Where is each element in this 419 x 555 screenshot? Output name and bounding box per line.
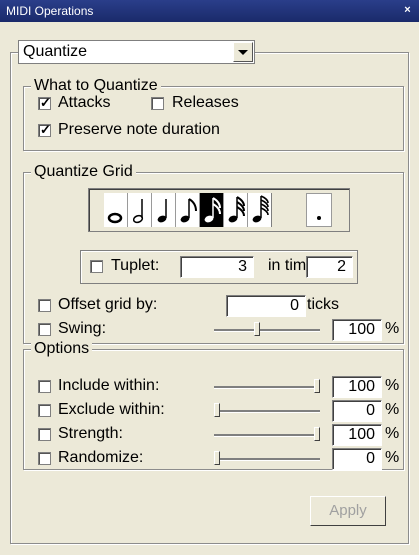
tuplet-checkbox[interactable]: [90, 260, 103, 273]
offset-ticks-field[interactable]: 0: [226, 295, 306, 317]
swing-value-field[interactable]: 100: [332, 319, 382, 341]
randomize-unit: %: [385, 449, 400, 466]
randomize-field[interactable]: 0: [332, 448, 382, 470]
offset-grid-checkbox[interactable]: [38, 299, 51, 312]
note-eighth-button[interactable]: [176, 193, 200, 227]
swing-slider-thumb[interactable]: [254, 322, 260, 336]
check-icon: ✓: [40, 95, 51, 110]
tuplet-label: Tuplet:: [111, 257, 160, 274]
randomize-label: Randomize:: [58, 449, 144, 466]
offset-grid-label: Offset grid by:: [58, 296, 158, 313]
title-bar: MIDI Operations: [0, 0, 419, 22]
attacks-label: Attacks: [58, 94, 111, 111]
note-sixteenth-button[interactable]: [200, 193, 224, 227]
quarter-note-icon: [157, 199, 167, 223]
attacks-checkbox[interactable]: ✓: [38, 95, 51, 110]
swing-checkbox[interactable]: [38, 323, 51, 336]
note-quarter-button[interactable]: [152, 193, 176, 227]
note-thirty-second-button[interactable]: [224, 193, 248, 227]
dotted-note-button[interactable]: [306, 193, 332, 227]
swing-unit-label: %: [385, 320, 400, 337]
options-legend: Options: [31, 340, 93, 358]
dot-icon: [317, 216, 321, 220]
sixteenth-note-icon: [204, 197, 221, 223]
include-within-field[interactable]: 100: [332, 376, 382, 398]
releases-checkbox[interactable]: [151, 97, 164, 110]
half-note-icon: [132, 199, 144, 224]
exclude-within-label: Exclude within:: [58, 401, 165, 418]
operation-dropdown[interactable]: Quantize: [18, 40, 255, 64]
strength-field[interactable]: 100: [332, 424, 382, 446]
strength-slider-track[interactable]: [214, 434, 320, 437]
include-within-checkbox[interactable]: [38, 380, 51, 393]
randomize-slider-thumb[interactable]: [214, 451, 220, 465]
what-to-quantize-legend: What to Quantize: [31, 77, 161, 95]
include-within-slider-track[interactable]: [214, 386, 320, 389]
quantize-grid-legend: Quantize Grid: [31, 163, 136, 181]
exclude-within-slider-track[interactable]: [214, 410, 320, 413]
exclude-within-slider-thumb[interactable]: [214, 403, 220, 417]
in-time-field[interactable]: 2: [306, 256, 353, 278]
tuplet-count-field[interactable]: 3: [180, 256, 254, 278]
exclude-within-checkbox[interactable]: [38, 404, 51, 417]
strength-unit: %: [385, 425, 400, 442]
strength-label: Strength:: [58, 425, 123, 442]
randomize-slider-track[interactable]: [214, 458, 320, 461]
exclude-within-unit: %: [385, 401, 400, 418]
include-within-label: Include within:: [58, 377, 160, 394]
operation-selected: Quantize: [23, 43, 88, 60]
swing-label: Swing:: [58, 320, 107, 337]
strength-checkbox[interactable]: [38, 428, 51, 441]
include-within-slider-thumb[interactable]: [314, 379, 320, 393]
sixty-fourth-note-icon: [252, 195, 269, 223]
strength-slider-thumb[interactable]: [314, 427, 320, 441]
randomize-checkbox[interactable]: [38, 452, 51, 465]
ticks-unit-label: ticks: [307, 296, 339, 313]
chevron-down-icon: [238, 50, 248, 55]
preserve-duration-checkbox[interactable]: ✓: [38, 122, 51, 137]
whole-note-icon: [107, 212, 123, 224]
preserve-duration-label: Preserve note duration: [58, 121, 220, 138]
close-icon[interactable]: ×: [402, 5, 413, 16]
include-within-unit: %: [385, 377, 400, 394]
releases-label: Releases: [172, 94, 239, 111]
eighth-note-icon: [180, 198, 197, 223]
note-whole-button[interactable]: [104, 193, 128, 227]
window-title: MIDI Operations: [6, 4, 94, 18]
swing-slider-track[interactable]: [214, 329, 320, 332]
apply-button[interactable]: Apply: [310, 496, 386, 526]
operation-dropdown-button[interactable]: [233, 42, 253, 62]
exclude-within-field[interactable]: 0: [332, 400, 382, 422]
note-sixty-fourth-button[interactable]: [248, 193, 272, 227]
thirty-second-note-icon: [228, 196, 245, 223]
check-icon: ✓: [40, 122, 51, 137]
note-half-button[interactable]: [128, 193, 152, 227]
